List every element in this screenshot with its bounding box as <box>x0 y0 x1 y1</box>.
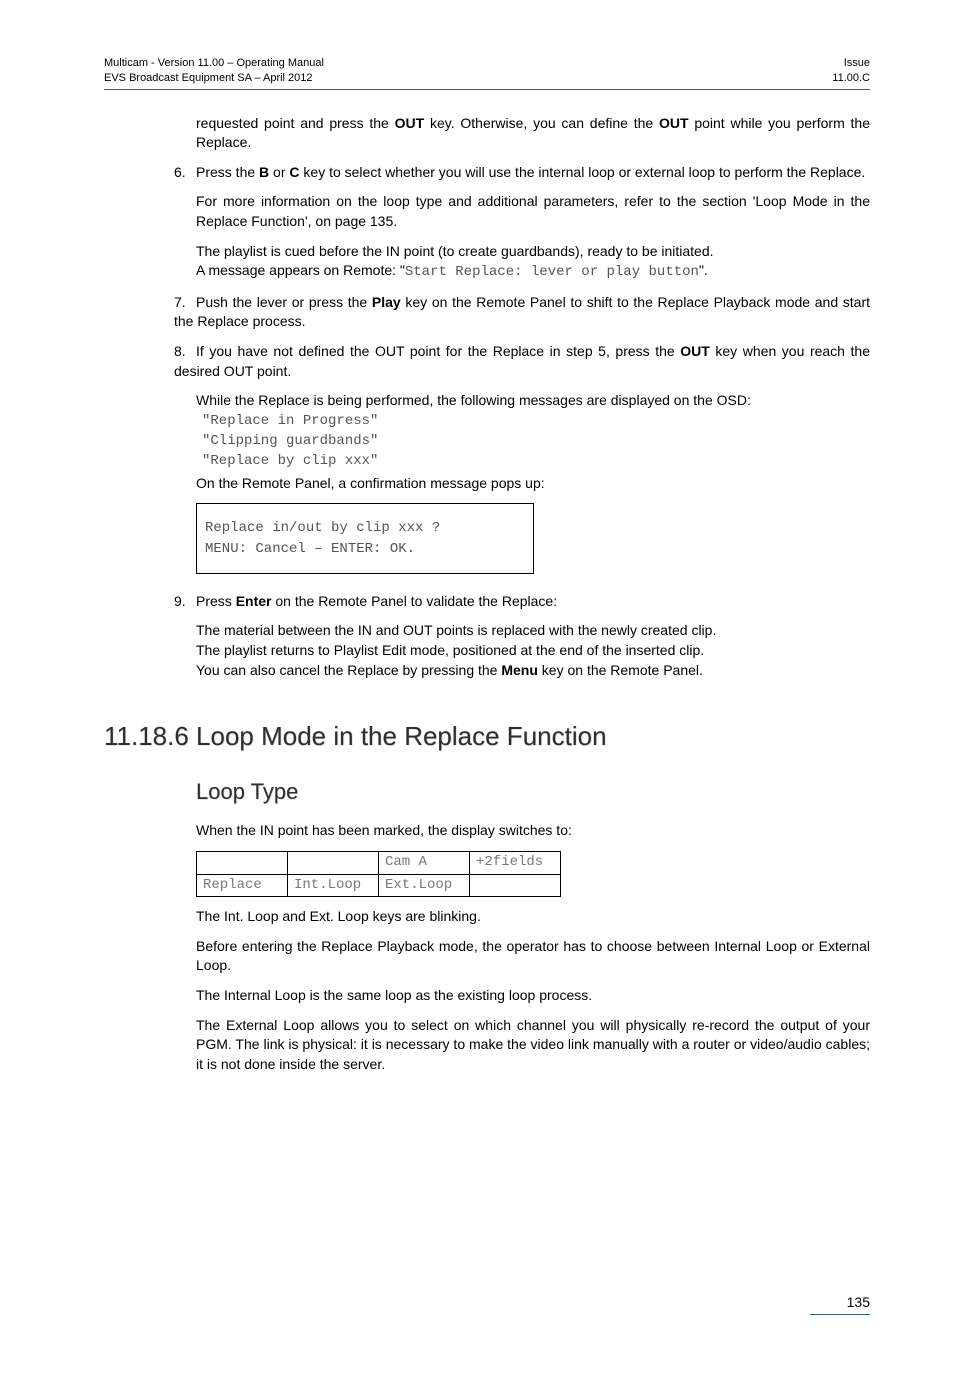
issue-label: Issue <box>844 57 870 69</box>
section-heading: 11.18.6 Loop Mode in the Replace Functio… <box>104 718 870 754</box>
cell <box>288 852 379 875</box>
step-8-note-2: On the Remote Panel, a confirmation mess… <box>196 474 870 494</box>
cell: Cam A <box>379 852 470 875</box>
step-6-note-3: A message appears on Remote: "Start Repl… <box>196 261 870 283</box>
step-number: 9. <box>174 592 196 612</box>
page-number: 135 <box>810 1294 870 1315</box>
loop-p1: When the IN point has been marked, the d… <box>196 821 870 841</box>
step-number: 6. <box>174 163 196 183</box>
step-6-note-2: The playlist is cued before the IN point… <box>196 242 870 262</box>
step-9-note-1: The material between the IN and OUT poin… <box>196 621 870 641</box>
step-8-note-1: While the Replace is being performed, th… <box>196 391 870 411</box>
osd-line: "Replace by clip xxx" <box>202 451 870 471</box>
cell <box>470 874 561 897</box>
intro-paragraph: requested point and press the OUT key. O… <box>196 114 870 153</box>
loop-p2: The Int. Loop and Ext. Loop keys are bli… <box>196 907 870 927</box>
step-9-note-2: The playlist returns to Playlist Edit mo… <box>196 641 870 661</box>
loop-p5: The External Loop allows you to select o… <box>196 1016 870 1075</box>
confirmation-box: Replace in/out by clip xxx ? MENU: Cance… <box>196 503 534 574</box>
loop-p3: Before entering the Replace Playback mod… <box>196 937 870 976</box>
doc-publisher: EVS Broadcast Equipment SA – April 2012 <box>104 72 313 84</box>
sub-heading: Loop Type <box>196 777 870 808</box>
header-left: Multicam - Version 11.00 – Operating Man… <box>104 56 324 86</box>
table-row: Cam A +2fields <box>197 852 561 875</box>
cell: +2fields <box>470 852 561 875</box>
display-table: Cam A +2fields Replace Int.Loop Ext.Loop <box>196 851 561 897</box>
body-content: requested point and press the OUT key. O… <box>196 114 870 1075</box>
step-7: 7.Push the lever or press the Play key o… <box>174 293 870 332</box>
cell: Replace <box>197 874 288 897</box>
step-9-note-3: You can also cancel the Replace by press… <box>196 661 870 681</box>
footer: 135 <box>104 1294 870 1315</box>
box-line: Replace in/out by clip xxx ? <box>205 518 525 538</box>
cell: Ext.Loop <box>379 874 470 897</box>
header-right: Issue 11.00.C <box>832 56 870 86</box>
page: Multicam - Version 11.00 – Operating Man… <box>0 0 954 1375</box>
step-number: 8. <box>174 342 196 362</box>
step-8: 8.If you have not defined the OUT point … <box>174 342 870 381</box>
osd-messages: "Replace in Progress" "Clipping guardban… <box>202 411 870 472</box>
table-row: Replace Int.Loop Ext.Loop <box>197 874 561 897</box>
step-6-note-1: For more information on the loop type an… <box>196 192 870 231</box>
header: Multicam - Version 11.00 – Operating Man… <box>104 56 870 90</box>
cell <box>197 852 288 875</box>
issue-number: 11.00.C <box>832 72 870 84</box>
step-6: 6.Press the B or C key to select whether… <box>174 163 870 183</box>
step-9: 9.Press Enter on the Remote Panel to val… <box>174 592 870 612</box>
osd-line: "Replace in Progress" <box>202 411 870 431</box>
cell: Int.Loop <box>288 874 379 897</box>
box-line: MENU: Cancel – ENTER: OK. <box>205 539 525 559</box>
osd-line: "Clipping guardbands" <box>202 431 870 451</box>
step-number: 7. <box>174 293 196 313</box>
doc-title: Multicam - Version 11.00 – Operating Man… <box>104 57 324 69</box>
loop-p4: The Internal Loop is the same loop as th… <box>196 986 870 1006</box>
